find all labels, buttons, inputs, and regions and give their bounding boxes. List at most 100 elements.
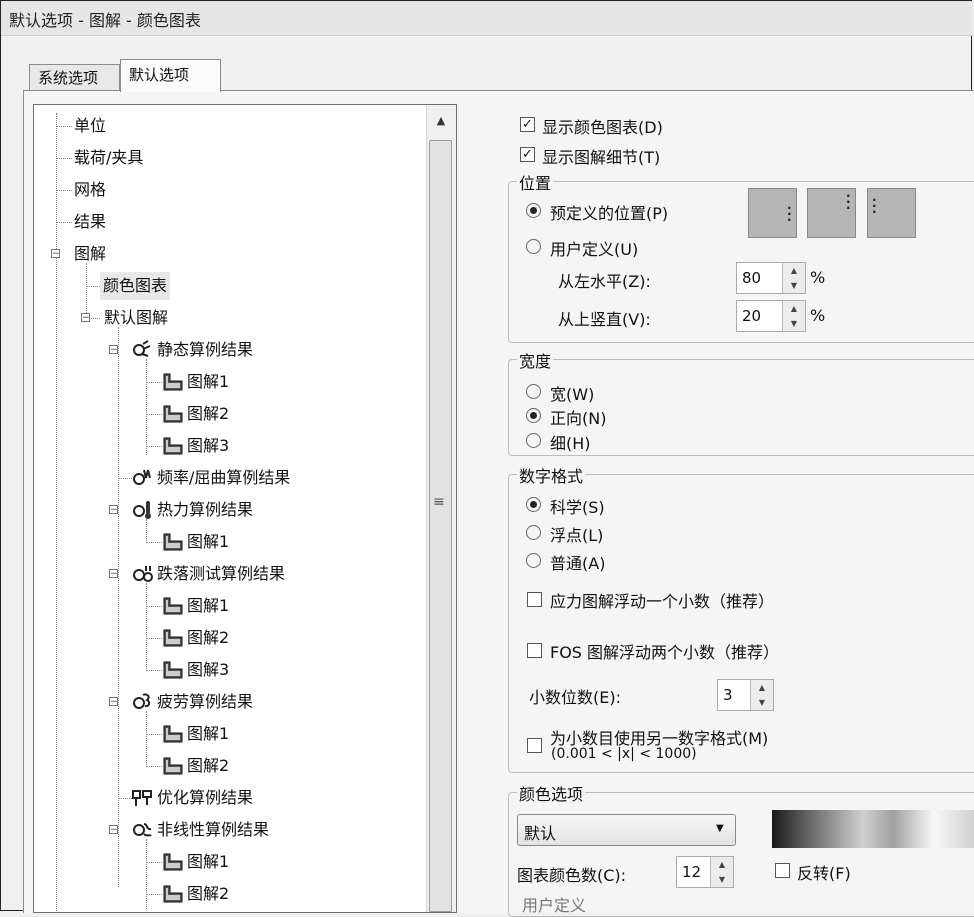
plot-icon [163, 885, 183, 902]
nonlinear-study-icon [133, 822, 152, 837]
tree-item-static-results[interactable]: 静态算例结果 [132, 335, 253, 363]
position-preset-button[interactable]: · · · [748, 188, 797, 238]
width-group-title: 宽度 [517, 348, 554, 372]
tree-item-plot[interactable]: 图解2 [162, 399, 229, 427]
dropdown-arrow-icon: ▼ [716, 823, 724, 834]
percent-unit: % [810, 306, 826, 325]
reverse-checkbox[interactable] [775, 863, 790, 878]
chart-colors-label: 图表颜色数(C): [517, 866, 627, 885]
tree-item-frequency-results[interactable]: 频率/屈曲算例结果 [132, 463, 290, 491]
width-wide-radio[interactable] [526, 384, 541, 399]
tree-item-plot[interactable]: 图解2 [162, 879, 229, 907]
predefined-position-label: 预定义的位置(P) [550, 204, 669, 223]
tab-default-options[interactable]: 默认选项 [120, 59, 221, 92]
collapse-icon[interactable]: − [51, 249, 60, 259]
from-left-spinner[interactable]: 80 ▲ ▼ [736, 262, 806, 294]
tree-item-optimization-results[interactable]: 优化算例结果 [132, 783, 253, 811]
tree-item-drop-test-results[interactable]: 跌落测试算例结果 [132, 559, 285, 587]
static-study-icon [133, 339, 151, 357]
plot-icon [163, 757, 183, 774]
drop-test-study-icon [133, 565, 153, 582]
show-color-chart-checkbox[interactable]: ✓ [520, 117, 535, 132]
scroll-thumb[interactable] [429, 140, 452, 912]
tree-item-results[interactable]: 结果 [74, 207, 106, 235]
plot-icon [163, 597, 183, 614]
width-normal-label: 正向(N) [550, 409, 607, 428]
tree-item-nonlinear-results[interactable]: 非线性算例结果 [132, 815, 269, 843]
tab-system-options[interactable]: 系统选项 [29, 64, 120, 90]
spin-down-icon: ▼ [711, 872, 733, 887]
chart-colors-spinner[interactable]: 12 ▲ ▼ [676, 856, 734, 888]
color-gradient-preview [772, 810, 974, 848]
collapse-icon[interactable]: − [109, 505, 118, 515]
from-top-label: 从上竖直(V): [558, 310, 651, 329]
predefined-position-radio[interactable] [526, 203, 541, 218]
fos-float-checkbox[interactable] [527, 643, 542, 658]
width-thin-radio[interactable] [526, 433, 541, 448]
tree-item-plot[interactable]: 图解2 [162, 751, 229, 779]
width-wide-label: 宽(W) [550, 385, 595, 404]
spin-down-icon: ▼ [783, 316, 805, 331]
fos-float-label: FOS 图解浮动两个小数（推荐） [550, 643, 780, 662]
plot-icon [163, 853, 183, 870]
tree-item-color-chart[interactable]: 颜色图表 [100, 271, 171, 300]
show-color-chart-label: 显示颜色图表(D) [542, 118, 663, 137]
width-normal-radio[interactable] [526, 408, 541, 423]
tree-item-plot[interactable]: 图解3 [162, 655, 229, 683]
decimal-places-spinner[interactable]: 3 ▲ ▼ [717, 679, 774, 711]
collapse-icon[interactable]: − [81, 313, 90, 323]
user-defined-position-label: 用户定义(U) [550, 240, 639, 259]
spin-up-icon: ▲ [783, 263, 805, 279]
spin-up-icon: ▲ [751, 680, 773, 696]
color-options-group-title: 颜色选项 [517, 781, 586, 805]
stress-float-checkbox[interactable] [527, 592, 542, 607]
tree-item-thermal-results[interactable]: 热力算例结果 [132, 495, 253, 523]
floating-label: 浮点(L) [550, 526, 604, 545]
tree-item-plot[interactable]: 图解1 [162, 719, 229, 747]
tree-item-mesh[interactable]: 网格 [74, 175, 106, 203]
grip-icon: ≡ [433, 494, 445, 510]
tree-item-fatigue-results[interactable]: 疲劳算例结果 [132, 687, 253, 715]
user-defined-position-radio[interactable] [526, 239, 541, 254]
tree-item-plot[interactable]: 图解1 [162, 367, 229, 395]
collapse-icon[interactable]: − [109, 569, 118, 579]
tree-item-plot[interactable]: 图解3 [162, 431, 229, 459]
plot-icon [163, 629, 183, 646]
tree-item-plot[interactable]: 图解2 [162, 623, 229, 651]
fatigue-study-icon [133, 693, 151, 709]
tree-item-loads[interactable]: 载荷/夹具 [74, 143, 143, 171]
percent-unit: % [810, 268, 826, 287]
show-plot-details-checkbox[interactable]: ✓ [520, 147, 535, 162]
decimal-places-label: 小数位数(E): [529, 688, 621, 707]
show-plot-details-label: 显示图解细节(T) [542, 148, 661, 167]
tree-item-units[interactable]: 单位 [74, 111, 106, 139]
plot-icon [163, 373, 183, 390]
general-radio[interactable] [526, 553, 541, 568]
tree-item-default-plot[interactable]: 默认图解 [104, 303, 168, 331]
spin-down-icon: ▼ [751, 695, 773, 710]
collapse-icon[interactable]: − [109, 697, 118, 707]
tree-item-plot[interactable]: 图解1 [162, 527, 229, 555]
position-group-title: 位置 [517, 170, 554, 194]
position-preset-button[interactable]: · · · [867, 188, 916, 238]
plot-icon [163, 437, 183, 454]
scientific-radio[interactable] [526, 497, 541, 512]
alt-format-range: (0.001 < |x| < 1000) [551, 746, 697, 762]
from-left-label: 从左水平(Z): [558, 272, 651, 291]
scroll-up-arrow-icon[interactable]: ▲ [426, 107, 456, 135]
optimization-study-icon [132, 789, 152, 806]
scientific-label: 科学(S) [550, 498, 605, 517]
tree-item-plot[interactable]: 图解1 [162, 847, 229, 875]
position-preset-button[interactable]: · · · [807, 188, 856, 238]
collapse-icon[interactable]: − [109, 345, 118, 355]
tree-item-plot[interactable]: 图解1 [162, 591, 229, 619]
spin-up-icon: ▲ [711, 857, 733, 873]
tree-item-plot[interactable]: 图解 [74, 239, 106, 267]
alt-format-checkbox[interactable] [527, 738, 542, 753]
floating-radio[interactable] [526, 525, 541, 540]
user-defined-colors-label: 用户定义 [522, 896, 587, 915]
color-scheme-value: 默认 [524, 824, 557, 843]
from-top-spinner[interactable]: 20 ▲ ▼ [736, 300, 806, 332]
collapse-icon[interactable]: − [109, 825, 118, 835]
plot-icon [163, 533, 183, 550]
